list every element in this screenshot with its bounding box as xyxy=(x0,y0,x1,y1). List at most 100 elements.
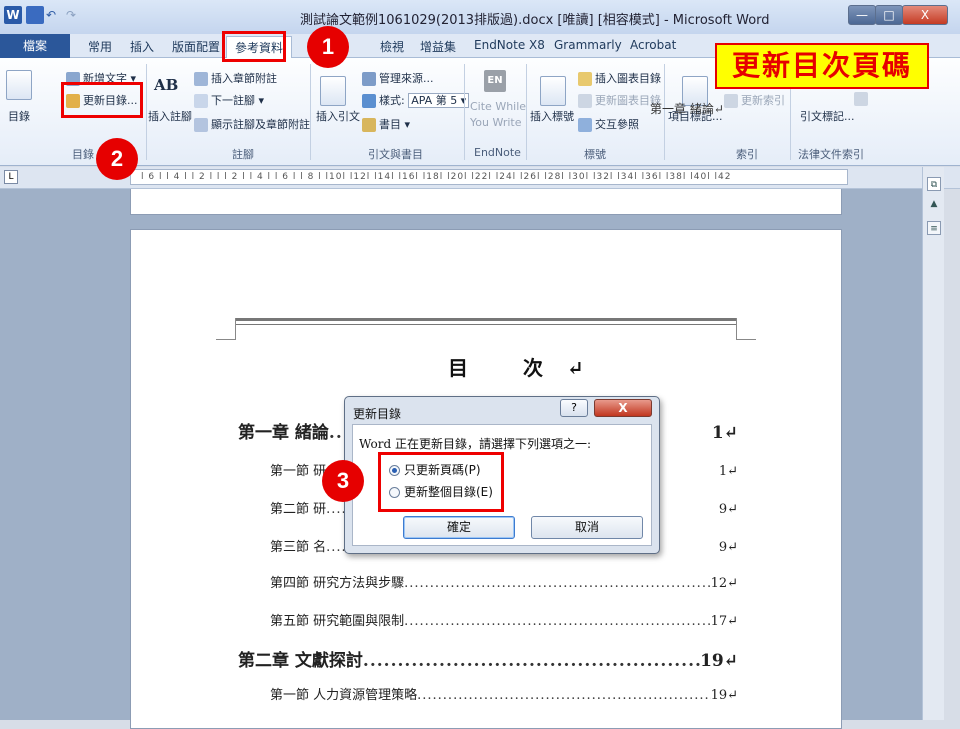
toc-entry-label: 第五節 研究範圍與限制 xyxy=(270,614,405,629)
cite-while-you-write-line1[interactable]: Cite While xyxy=(470,100,526,113)
tab-view[interactable]: 檢視 xyxy=(380,38,404,55)
bibliography-icon xyxy=(362,118,376,132)
update-index-icon xyxy=(724,94,738,108)
manage-sources-label: 管理來源... xyxy=(379,72,434,85)
toc-page-number: 1↵ xyxy=(718,464,738,479)
cross-reference-icon xyxy=(578,118,592,132)
insert-endnote-button[interactable]: 插入章節附註 xyxy=(194,70,277,86)
tab-insert[interactable]: 插入 xyxy=(130,38,154,55)
minimize-button[interactable]: — xyxy=(848,5,876,25)
tab-grammarly[interactable]: Grammarly xyxy=(554,38,622,52)
endnote-logo-icon[interactable]: EN xyxy=(484,70,506,92)
close-button[interactable]: X xyxy=(902,5,948,25)
previous-page xyxy=(130,189,842,215)
dialog-title: 更新目錄 xyxy=(353,407,402,421)
cancel-button[interactable]: 取消 xyxy=(531,516,643,539)
tab-home[interactable]: 常用 xyxy=(88,38,112,55)
show-notes-label: 顯示註腳及章節附註 xyxy=(211,118,310,131)
save-icon[interactable] xyxy=(26,6,44,24)
tab-file[interactable]: 檔案 xyxy=(0,34,70,58)
mark-citation-button[interactable]: 引文標記... xyxy=(800,108,855,124)
step-2-badge: 2 xyxy=(96,138,138,180)
header-rule xyxy=(236,318,736,321)
highlight-references-tab xyxy=(222,31,286,62)
cite-while-you-write-line2[interactable]: You Write xyxy=(470,116,522,129)
update-index-button[interactable]: 更新索引 xyxy=(724,92,785,108)
insert-citation-icon[interactable] xyxy=(320,76,346,106)
insert-figures-table-button[interactable]: 插入圖表目錄 xyxy=(578,70,661,86)
page-header-text: 第一章 緒論↵ xyxy=(650,102,724,116)
update-index-label: 更新索引 xyxy=(741,94,785,107)
scroll-up-icon[interactable]: ▲ xyxy=(927,197,941,211)
toc-title: 目 次↵ xyxy=(448,356,608,380)
dialog-prompt: Word 正在更新目錄，請選擇下列選項之一: xyxy=(359,437,592,451)
show-notes-button[interactable]: 顯示註腳及章節附註 xyxy=(194,116,310,132)
next-footnote-label: 下一註腳 ▾ xyxy=(211,94,265,107)
toc-button[interactable]: 目錄 xyxy=(8,108,30,124)
dialog-help-button[interactable]: ? xyxy=(560,399,588,417)
header-rule-thin xyxy=(236,324,736,325)
ruler-toggle-icon[interactable]: ⧉ xyxy=(927,177,941,191)
horizontal-ruler[interactable]: l 6 l l 4 l l 2 l l l 2 l l 4 l l 6 l l … xyxy=(130,169,848,185)
insert-endnote-icon xyxy=(194,72,208,86)
manage-sources-button[interactable]: 管理來源... xyxy=(362,70,434,86)
toc-entry-label: 第二節 研 xyxy=(270,502,327,517)
ruler-bar: L l 6 l l 4 l l 2 l l l 2 l l 4 l l 6 l … xyxy=(0,167,960,189)
toc-entry[interactable]: 第四節 研究方法與步驟.............................… xyxy=(238,572,738,591)
toc-entry-label: 第一章 緒論 xyxy=(238,423,329,443)
toc-entry[interactable]: 第二章 文獻探討................................… xyxy=(238,646,738,671)
toc-leader: ........................................… xyxy=(417,688,710,703)
tab-addins[interactable]: 增益集 xyxy=(420,38,456,55)
toc-entry[interactable]: 第五節 研究範圍與限制.............................… xyxy=(238,610,738,629)
scroll-thumb[interactable]: ≡ xyxy=(927,221,941,235)
undo-icon[interactable]: ↶ xyxy=(46,6,64,24)
insert-caption-button[interactable]: 插入標號 xyxy=(530,108,574,124)
group-label-authorities: 法律文件索引 xyxy=(798,148,864,161)
group-label-footnotes: 註腳 xyxy=(232,148,254,161)
insert-footnote-icon[interactable]: AB xyxy=(154,76,178,94)
citation-style-select[interactable]: 樣式: APA 第 5 ▾ xyxy=(362,92,470,108)
toc-entry-label: 第三節 名 xyxy=(270,540,327,555)
toc-leader: ........................................… xyxy=(362,651,700,671)
insert-footnote-button[interactable]: 插入註腳 xyxy=(148,108,192,124)
tab-endnote[interactable]: EndNote X8 xyxy=(474,38,545,52)
vertical-scrollbar[interactable]: ⧉ ▲ ≡ xyxy=(922,167,944,720)
table-of-contents-icon[interactable] xyxy=(6,70,32,100)
toc-leader: ........................................… xyxy=(404,614,710,629)
update-figures-icon xyxy=(578,94,592,108)
insert-citation-button[interactable]: 插入引文 xyxy=(316,108,360,124)
tab-acrobat[interactable]: Acrobat xyxy=(630,38,676,52)
insert-caption-icon[interactable] xyxy=(540,76,566,106)
cross-reference-button[interactable]: 交互參照 xyxy=(578,116,639,132)
toc-page-number: 9↵ xyxy=(718,502,738,517)
style-label: 樣式: xyxy=(379,94,405,107)
group-label-citations: 引文與書目 xyxy=(368,148,423,161)
redo-icon[interactable]: ↷ xyxy=(66,6,84,24)
toc-page-number: 1↵ xyxy=(711,423,738,443)
figures-table-label: 插入圖表目錄 xyxy=(595,72,661,85)
title-bar: W ↶ ↷ 測試論文範例1061029(2013排版過).docx [唯讀] [… xyxy=(0,0,960,34)
tab-selector[interactable]: L xyxy=(4,170,18,184)
window-title: 測試論文範例1061029(2013排版過).docx [唯讀] [相容模式] … xyxy=(300,13,770,28)
toc-entry[interactable]: 第一節 人力資源管理策略............................… xyxy=(238,684,738,703)
callout-update-toc-page-numbers: 更新目次頁碼 xyxy=(715,43,929,89)
toc-page-number: 9↵ xyxy=(718,540,738,555)
style-value: APA 第 5 ▾ xyxy=(408,93,470,108)
manage-sources-icon xyxy=(362,72,376,86)
bibliography-button[interactable]: 書目 ▾ xyxy=(362,116,410,132)
toc-entry-label: 第四節 研究方法與步驟 xyxy=(270,576,405,591)
update-figures-table-button[interactable]: 更新圖表目錄 xyxy=(578,92,661,108)
ribbon-separator xyxy=(526,64,527,160)
dialog-close-button[interactable]: X xyxy=(594,399,652,417)
maximize-button[interactable]: □ xyxy=(875,5,903,25)
word-app-icon[interactable]: W xyxy=(4,6,22,24)
highlight-update-toc xyxy=(61,82,143,118)
toc-page-number: 17↵ xyxy=(710,614,738,629)
ok-button[interactable]: 確定 xyxy=(403,516,515,539)
update-authorities-icon[interactable] xyxy=(854,92,871,106)
next-footnote-button[interactable]: 下一註腳 ▾ xyxy=(194,92,264,108)
group-label-toc: 目錄 xyxy=(72,148,94,161)
toc-page-number: 19↵ xyxy=(700,651,738,671)
group-label-endnote: EndNote xyxy=(474,146,521,159)
tab-layout[interactable]: 版面配置 xyxy=(172,38,220,55)
